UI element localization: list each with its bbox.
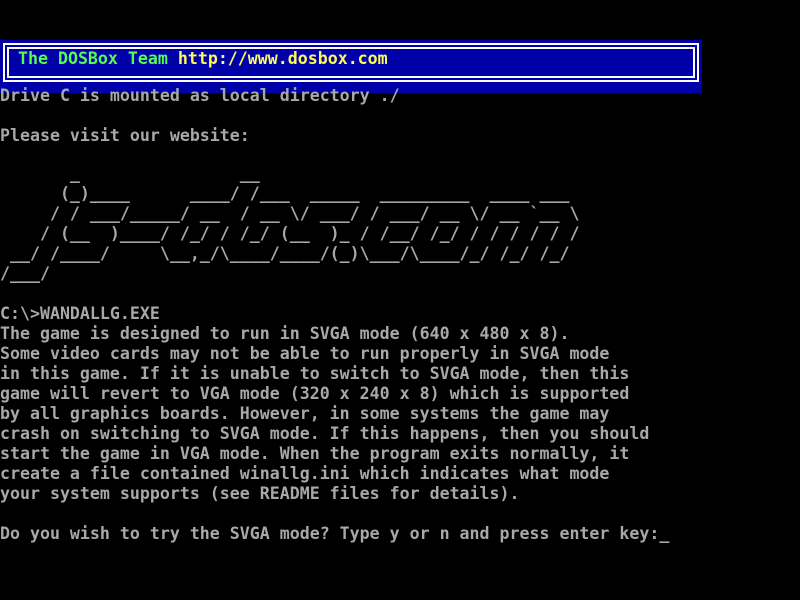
- visit-website-line: Please visit our website:: [0, 126, 250, 146]
- svga-prompt-text: Do you wish to try the SVGA mode? Type y…: [0, 524, 659, 543]
- svga-mode-message: The game is designed to run in SVGA mode…: [0, 324, 649, 504]
- dosbox-url-text: http://www.dosbox.com: [178, 49, 388, 68]
- svga-prompt-line[interactable]: Do you wish to try the SVGA mode? Type y…: [0, 524, 669, 544]
- banner-text: The DOSBox Team http://www.dosbox.com: [18, 49, 388, 69]
- drive-mount-status-line: Drive C is mounted as local directory ./: [0, 86, 400, 106]
- text-cursor[interactable]: _: [659, 524, 669, 543]
- dosbox-team-label: The DOSBox Team: [18, 49, 178, 68]
- dos-command-line: C:\>WANDALLG.EXE: [0, 304, 160, 324]
- dos-terminal-screen[interactable]: The DOSBox Team http://www.dosbox.com Dr…: [0, 0, 800, 600]
- jsdos-ascii-logo: _ __ (_)____ ____/ /___ _____ _________ …: [0, 164, 579, 284]
